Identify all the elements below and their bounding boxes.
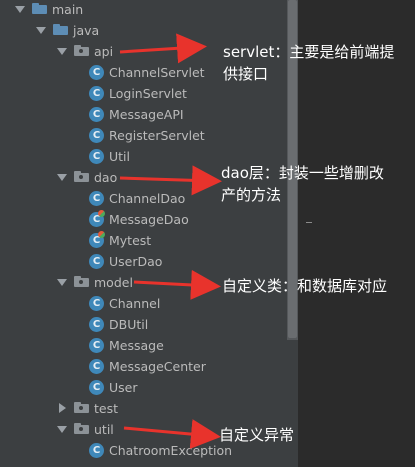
api-annotation-line1: servlet：主要是给前端提 — [223, 43, 395, 61]
arrow-api — [119, 33, 207, 64]
api-annotation: servlet：主要是给前端提 供接口 — [223, 41, 394, 85]
api-annotation-line2: 供接口 — [223, 65, 269, 83]
dao-annotation-line1: dao层：封装一些增删改 — [221, 164, 384, 182]
arrow-dao — [119, 165, 222, 196]
util-annotation: 自定义异常 — [219, 426, 295, 444]
model-annotation: 自定义类：和数据库对应 — [222, 277, 388, 295]
dao-annotation-line2: 产的方法 — [221, 186, 282, 204]
dao-annotation: dao层：封装一些增删改 产的方法 — [221, 162, 384, 206]
arrow-util — [123, 419, 221, 450]
arrow-model — [133, 269, 221, 300]
